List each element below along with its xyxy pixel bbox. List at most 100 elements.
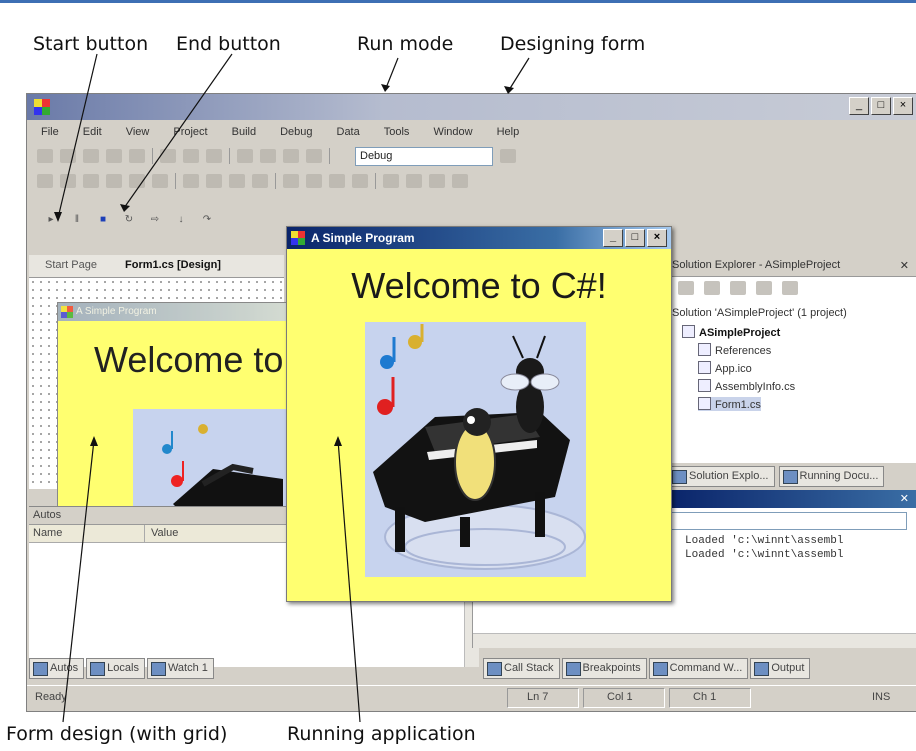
paste-icon[interactable] [206,149,222,163]
document-tabs: Start Page Form1.cs [Design] [29,255,284,278]
close-button[interactable]: × [647,229,667,247]
designer-form[interactable]: A Simple Program Welcome to C#! [57,302,349,529]
status-bar: Ready Ln 7 Col 1 Ch 1 INS [27,685,916,710]
start-icon[interactable]: ▸ [45,214,57,226]
debug-toolbar: ▸ ‖ ■ ↻ ⇨ ↓ ↷ [45,214,213,226]
form-icon [61,306,73,318]
find-icon[interactable] [500,149,516,163]
pane-pin-icon[interactable]: ✕ [900,492,909,505]
save-icon[interactable] [106,149,122,163]
view-code-icon[interactable] [678,281,694,295]
menu-edit[interactable]: Edit [83,126,102,138]
callout-running-app: Running application [287,723,476,745]
break-all-icon[interactable]: ‖ [71,214,83,226]
ico-file-icon [698,361,711,374]
tab-start-page[interactable]: Start Page [45,259,97,271]
menu-file[interactable]: File [41,126,59,138]
tab-solution-explorer[interactable]: Solution Explo... [668,465,775,487]
callout-form-design: Form design (with grid) [6,723,228,745]
tab-breakpoints[interactable]: Breakpoints [561,657,647,679]
size-to-grid-icon[interactable] [252,174,268,188]
tree-project[interactable]: ASimpleProject [682,325,780,339]
tree-assemblyinfo[interactable]: AssemblyInfo.cs [698,379,795,393]
close-button[interactable]: × [893,97,913,115]
tab-running-documents[interactable]: Running Docu... [778,465,885,487]
menu-build[interactable]: Build [232,126,256,138]
tab-locals[interactable]: Locals [86,657,145,679]
vs-app-icon [34,99,50,115]
menu-view[interactable]: View [126,126,150,138]
save-all-icon[interactable] [129,149,145,163]
align-bottom-icon[interactable] [152,174,168,188]
align-middle-icon[interactable] [129,174,145,188]
running-app-title-bar[interactable]: A Simple Program _ □ × [287,227,671,249]
tab-watch1[interactable]: Watch 1 [146,657,214,679]
undo-icon[interactable] [237,149,253,163]
output-scrollbar[interactable] [473,633,916,648]
new-project-icon[interactable] [37,149,53,163]
same-width-icon[interactable] [183,174,199,188]
running-picture-box [365,322,586,577]
tab-order-icon[interactable] [429,174,445,188]
menu-data[interactable]: Data [337,126,360,138]
align-right-icon[interactable] [83,174,99,188]
autos-col-name[interactable]: Name [33,527,62,539]
view-designer-icon[interactable] [704,281,720,295]
menu-tools[interactable]: Tools [384,126,410,138]
bottom-left-tabs: Autos Locals Watch 1 [29,657,214,679]
redo-icon[interactable] [260,149,276,163]
solution-explorer-header: Solution Explorer - ASimpleProject ✕ [668,256,916,277]
tree-solution[interactable]: Solution 'ASimpleProject' (1 project) [672,307,847,319]
align-top-icon[interactable] [106,174,122,188]
align-center-icon[interactable] [60,174,76,188]
v-spacing-icon[interactable] [306,174,322,188]
show-next-statement-icon[interactable]: ⇨ [149,214,161,226]
navigate-back-icon[interactable] [283,149,299,163]
tab-command-window[interactable]: Command W... [648,657,749,679]
restart-icon[interactable]: ↻ [123,214,135,226]
output-source-select[interactable] [669,512,907,530]
h-spacing-icon[interactable] [283,174,299,188]
refresh-icon[interactable] [730,281,746,295]
menu-project[interactable]: Project [173,126,207,138]
menu-window[interactable]: Window [433,126,472,138]
form-designer-surface[interactable]: A Simple Program Welcome to C#! [29,278,349,529]
navigate-forward-icon[interactable] [306,149,322,163]
tab-call-stack[interactable]: Call Stack [483,657,560,679]
minimize-button[interactable]: _ [849,97,869,115]
stop-debugging-icon[interactable]: ■ [97,214,109,226]
maximize-button[interactable]: □ [871,97,891,115]
lock-controls-icon[interactable] [452,174,468,188]
center-h-icon[interactable] [329,174,345,188]
copy-icon[interactable] [183,149,199,163]
send-back-icon[interactable] [406,174,422,188]
solution-config-select[interactable]: Debug [355,146,493,166]
pane-close-icon[interactable]: ✕ [900,259,909,272]
add-item-icon[interactable] [60,149,76,163]
menu-debug[interactable]: Debug [280,126,312,138]
show-all-files-icon[interactable] [756,281,772,295]
tab-autos[interactable]: Autos [29,657,85,679]
step-over-icon[interactable]: ↷ [201,214,213,226]
project-icon [682,325,695,338]
callout-designing-form: Designing form [500,33,646,55]
align-left-icon[interactable] [37,174,53,188]
tab-form-design[interactable]: Form1.cs [Design] [125,259,221,271]
autos-col-value[interactable]: Value [151,527,178,539]
tree-form1[interactable]: Form1.cs [698,397,761,411]
step-into-icon[interactable]: ↓ [175,214,187,226]
properties-icon[interactable] [782,281,798,295]
same-height-icon[interactable] [206,174,222,188]
minimize-button[interactable]: _ [603,229,623,247]
maximize-button[interactable]: □ [625,229,645,247]
tab-output[interactable]: Output [750,657,811,679]
same-size-icon[interactable] [229,174,245,188]
bring-front-icon[interactable] [383,174,399,188]
open-icon[interactable] [83,149,99,163]
tree-app-ico[interactable]: App.ico [698,361,752,375]
cut-icon[interactable] [160,149,176,163]
menu-help[interactable]: Help [497,126,520,138]
center-v-icon[interactable] [352,174,368,188]
tree-references[interactable]: References [698,343,771,357]
running-app-window[interactable]: A Simple Program _ □ × Welcome to C#! [286,226,672,602]
